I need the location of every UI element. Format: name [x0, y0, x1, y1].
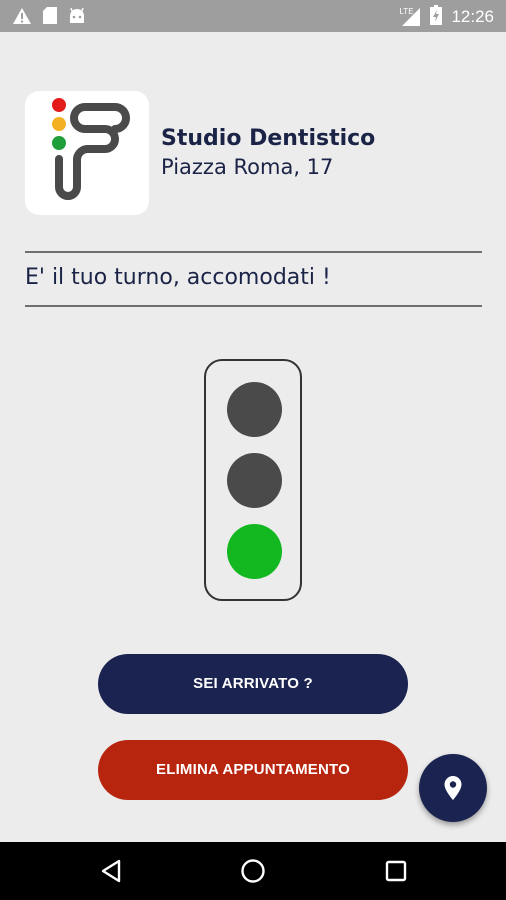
warning-icon [12, 7, 32, 29]
sd-card-icon [42, 6, 58, 29]
place-address: Piazza Roma, 17 [161, 155, 334, 179]
status-message: E' il tuo turno, accomodati ! [25, 265, 331, 290]
back-button[interactable] [96, 856, 126, 886]
status-bar-notifications [12, 6, 86, 29]
divider-bottom [25, 305, 482, 307]
recents-button[interactable] [381, 856, 411, 886]
delete-appointment-button[interactable]: ELIMINA APPUNTAMENTO [98, 740, 408, 800]
recents-icon [385, 860, 407, 882]
traffic-light-lamp-bottom [227, 524, 282, 579]
status-bar-system: LTE 12:26 [399, 5, 494, 29]
signal-icon: LTE [399, 7, 421, 27]
clock: 12:26 [451, 7, 494, 26]
place-logo [25, 91, 149, 215]
traffic-light [204, 359, 302, 601]
status-bar: LTE 12:26 [0, 0, 506, 32]
location-pin-icon [444, 776, 462, 800]
divider-top [25, 251, 482, 253]
navigation-bar [0, 842, 506, 900]
android-icon [68, 7, 86, 29]
battery-icon [430, 5, 443, 29]
back-icon [101, 859, 121, 883]
place-name: Studio Dentistico [161, 126, 376, 151]
arrived-button[interactable]: SEI ARRIVATO ? [98, 654, 408, 714]
home-icon [241, 859, 265, 883]
traffic-queue-logo [52, 98, 130, 200]
home-button[interactable] [238, 856, 268, 886]
traffic-light-lamp-middle [227, 453, 282, 508]
network-type-label: LTE [399, 7, 414, 16]
location-fab[interactable] [419, 754, 487, 822]
traffic-light-lamp-top [227, 382, 282, 437]
